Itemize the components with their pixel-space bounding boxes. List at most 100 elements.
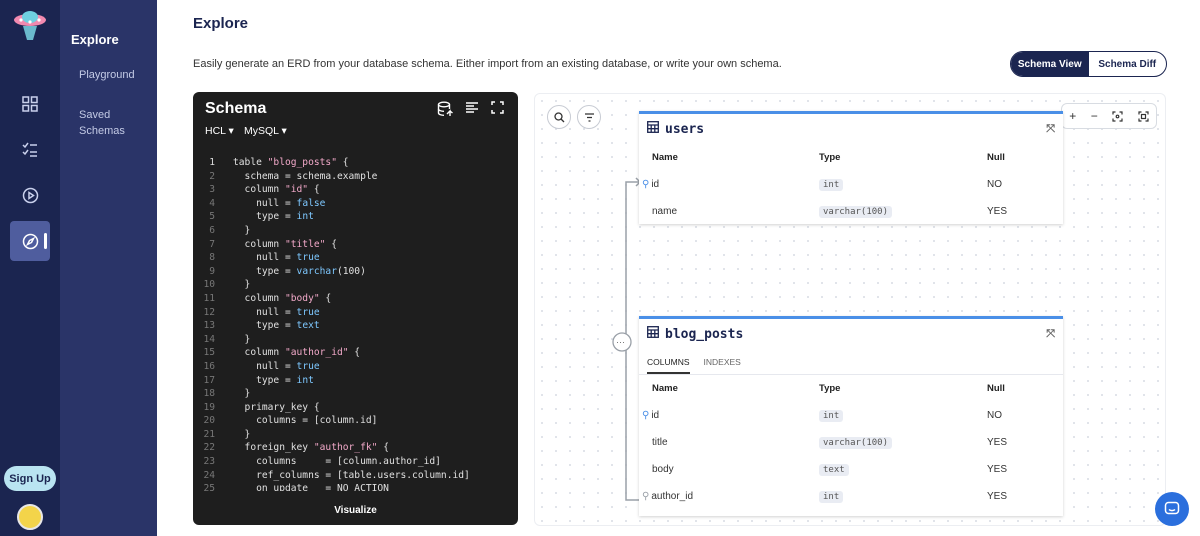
column-name-text: id [651, 179, 660, 190]
column-null: NO [987, 179, 1002, 190]
line-number: 3 [209, 184, 215, 196]
blog-posts-table-card[interactable]: blog_posts ⤧ COLUMNS INDEXES Name Type N… [639, 316, 1063, 516]
code-text: ref_columns = [table.users.column.id] [233, 469, 470, 481]
format-select[interactable]: HCL ▾ [205, 125, 234, 137]
column-name-text: author_id [651, 491, 694, 502]
line-number: 2 [209, 170, 215, 182]
type-pill: int [819, 410, 844, 422]
table-name: blog_posts [665, 326, 744, 342]
column-type: int [819, 179, 987, 191]
tab-columns[interactable]: COLUMNS [647, 357, 690, 374]
type-pill: int [819, 491, 844, 503]
code-area[interactable]: 1 table "blog_posts" {2 schema = schema.e… [193, 156, 518, 491]
code-line: 21 } [193, 428, 518, 442]
sign-up-button[interactable]: Sign Up [4, 466, 56, 491]
key-icon: ⚲ [642, 179, 650, 190]
column-name: body [652, 464, 674, 475]
logo-icon[interactable] [9, 6, 51, 44]
drag-handle-icon[interactable]: ⤧ [1046, 327, 1055, 341]
code-line: 9 type = varchar(100) [193, 265, 518, 279]
editor-title: Schema [205, 100, 267, 117]
column-null: YES [987, 437, 1008, 448]
code-line: 14 } [193, 333, 518, 347]
columns-header-row: Name Type Null [639, 144, 1063, 171]
line-number: 8 [209, 252, 215, 264]
column-name: ⚲ id [642, 410, 819, 421]
dialect-select[interactable]: MySQL ▾ [244, 125, 287, 137]
code-text: null = true [233, 360, 320, 372]
avatar[interactable] [17, 504, 43, 530]
schema-view-button[interactable]: Schema View [1011, 52, 1089, 76]
code-text: column "body" { [233, 292, 332, 304]
table-row: title varchar(100) YES [639, 429, 1063, 456]
play-icon[interactable] [10, 175, 50, 215]
code-text: on_update = NO_ACTION [233, 483, 389, 491]
column-header-name: Name [652, 152, 678, 163]
line-number: 22 [203, 442, 215, 454]
type-pill: varchar(100) [819, 437, 893, 449]
code-text: type = text [233, 320, 320, 332]
foreign-key-icon: ⚲ [642, 491, 650, 502]
import-database-icon[interactable] [437, 101, 453, 117]
type-pill: varchar(100) [819, 206, 893, 218]
code-line: 4 null = false [193, 197, 518, 211]
compass-icon[interactable] [10, 221, 50, 261]
table-row: ⚲ author_id int YES [639, 483, 1063, 510]
code-text: type = int [233, 211, 314, 223]
line-number: 16 [203, 360, 215, 372]
code-text: } [233, 388, 251, 400]
code-text: null = true [233, 306, 320, 318]
tab-indexes[interactable]: INDEXES [704, 357, 741, 367]
column-header-null: Null [987, 383, 1005, 394]
code-line: 15 column "author_id" { [193, 346, 518, 360]
line-number: 14 [203, 333, 215, 345]
erd-canvas[interactable]: + − ··· users ⤧ Name Type Null ⚲ id int N… [534, 93, 1166, 526]
fullscreen-icon[interactable] [491, 101, 504, 114]
type-pill: text [819, 464, 849, 476]
line-number: 15 [203, 347, 215, 359]
code-text: table "blog_posts" { [233, 157, 349, 168]
line-number: 25 [203, 483, 215, 491]
column-null: YES [987, 206, 1008, 217]
column-header-name: Name [652, 383, 678, 394]
code-line: 19 primary_key { [193, 401, 518, 415]
code-line: 25 on_update = NO_ACTION [193, 482, 518, 491]
column-name: title [652, 437, 668, 448]
users-table-card[interactable]: users ⤧ Name Type Null ⚲ id int NO name v… [639, 111, 1063, 224]
drag-handle-icon[interactable]: ⤧ [1046, 122, 1055, 136]
subnav-item-playground[interactable]: Playground [79, 67, 149, 83]
column-name: ⚲ id [642, 179, 819, 190]
code-text: null = true [233, 252, 320, 264]
code-text: columns = [column.id] [233, 415, 378, 427]
format-value: HCL [205, 125, 226, 137]
dashboard-icon[interactable] [10, 84, 50, 124]
users-table-header: users ⤧ [639, 114, 1063, 144]
schema-diff-button[interactable]: Schema Diff [1089, 52, 1167, 76]
code-text: column "id" { [233, 184, 320, 196]
chat-bubble-icon[interactable] [1155, 492, 1189, 526]
column-type: text [819, 464, 987, 476]
column-null: NO [987, 410, 1002, 421]
column-header-type: Type [819, 383, 841, 394]
column-name: ⚲ author_id [642, 491, 819, 502]
code-text: type = int [233, 374, 314, 386]
page-description: Easily generate an ERD from your databas… [193, 58, 782, 70]
checklist-icon[interactable] [10, 130, 50, 170]
line-number: 9 [209, 265, 215, 277]
column-name-text: id [651, 410, 660, 421]
column-type: varchar(100) [819, 437, 987, 449]
subnav-item-saved-schemas[interactable]: Saved Schemas [79, 107, 149, 139]
format-icon[interactable] [465, 101, 479, 115]
column-name: name [652, 206, 678, 217]
page-title: Explore [193, 15, 249, 32]
line-number: 6 [209, 224, 215, 236]
visualize-button[interactable]: Visualize [193, 495, 518, 525]
code-line: 7 column "title" { [193, 238, 518, 252]
column-header-type: Type [819, 152, 841, 163]
code-text: } [233, 224, 251, 236]
code-line: 24 ref_columns = [table.users.column.id] [193, 469, 518, 483]
table-row: ⚲ id int NO [639, 171, 1063, 198]
code-line: 8 null = true [193, 251, 518, 265]
explore-subnav: Explore Playground Saved Schemas [60, 0, 157, 536]
code-line: 18 } [193, 387, 518, 401]
